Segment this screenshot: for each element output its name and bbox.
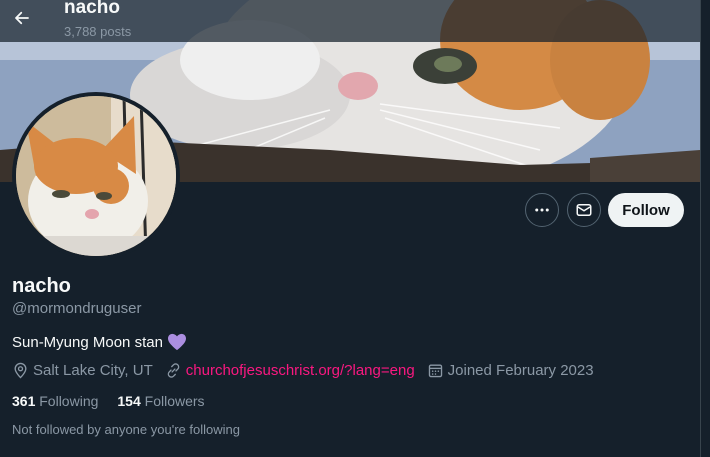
arrow-left-icon bbox=[15, 11, 29, 25]
location-text: Salt Lake City, UT bbox=[33, 362, 153, 379]
map-pin-icon bbox=[14, 362, 27, 379]
follow-button[interactable]: Follow bbox=[608, 193, 684, 227]
column-divider bbox=[700, 0, 710, 457]
join-date: Joined February 2023 bbox=[427, 362, 594, 379]
followers-link[interactable]: 154 Followers bbox=[117, 393, 204, 409]
envelope-icon bbox=[576, 204, 592, 216]
website-link[interactable]: churchofjesuschrist.org/?lang=eng bbox=[186, 362, 415, 379]
header-posts-count: 3,788 posts bbox=[64, 24, 132, 39]
more-horizontal-icon bbox=[535, 208, 549, 212]
avatar-cat-image bbox=[16, 96, 176, 256]
profile-display-name: nacho bbox=[12, 275, 71, 297]
top-bar: nacho 3,788 posts bbox=[0, 0, 700, 42]
message-button[interactable] bbox=[567, 193, 601, 227]
location: Salt Lake City, UT bbox=[12, 362, 153, 379]
more-options-button[interactable] bbox=[525, 193, 559, 227]
social-context-text: Not followed by anyone you're following bbox=[12, 422, 240, 437]
header-name: nacho bbox=[64, 0, 120, 18]
profile-meta: Salt Lake City, UT churchofjesuschrist.o… bbox=[12, 362, 606, 379]
profile-bio: Sun-Myung Moon stan bbox=[12, 333, 187, 351]
link-icon bbox=[167, 363, 180, 378]
profile-stats: 361 Following 154 Followers bbox=[12, 393, 205, 409]
join-date-text: Joined February 2023 bbox=[447, 362, 594, 379]
avatar[interactable] bbox=[12, 92, 180, 260]
website: churchofjesuschrist.org/?lang=eng bbox=[165, 362, 415, 379]
following-label: Following bbox=[39, 393, 99, 409]
back-button[interactable] bbox=[6, 2, 38, 34]
profile-handle: @mormondruguser bbox=[12, 300, 142, 317]
followers-label: Followers bbox=[144, 393, 205, 409]
following-link[interactable]: 361 Following bbox=[12, 393, 98, 409]
following-count: 361 bbox=[12, 393, 36, 409]
bio-text: Sun-Myung Moon stan bbox=[12, 333, 163, 351]
purple-heart-icon bbox=[167, 333, 186, 351]
followers-count: 154 bbox=[117, 393, 141, 409]
calendar-icon bbox=[428, 364, 442, 378]
